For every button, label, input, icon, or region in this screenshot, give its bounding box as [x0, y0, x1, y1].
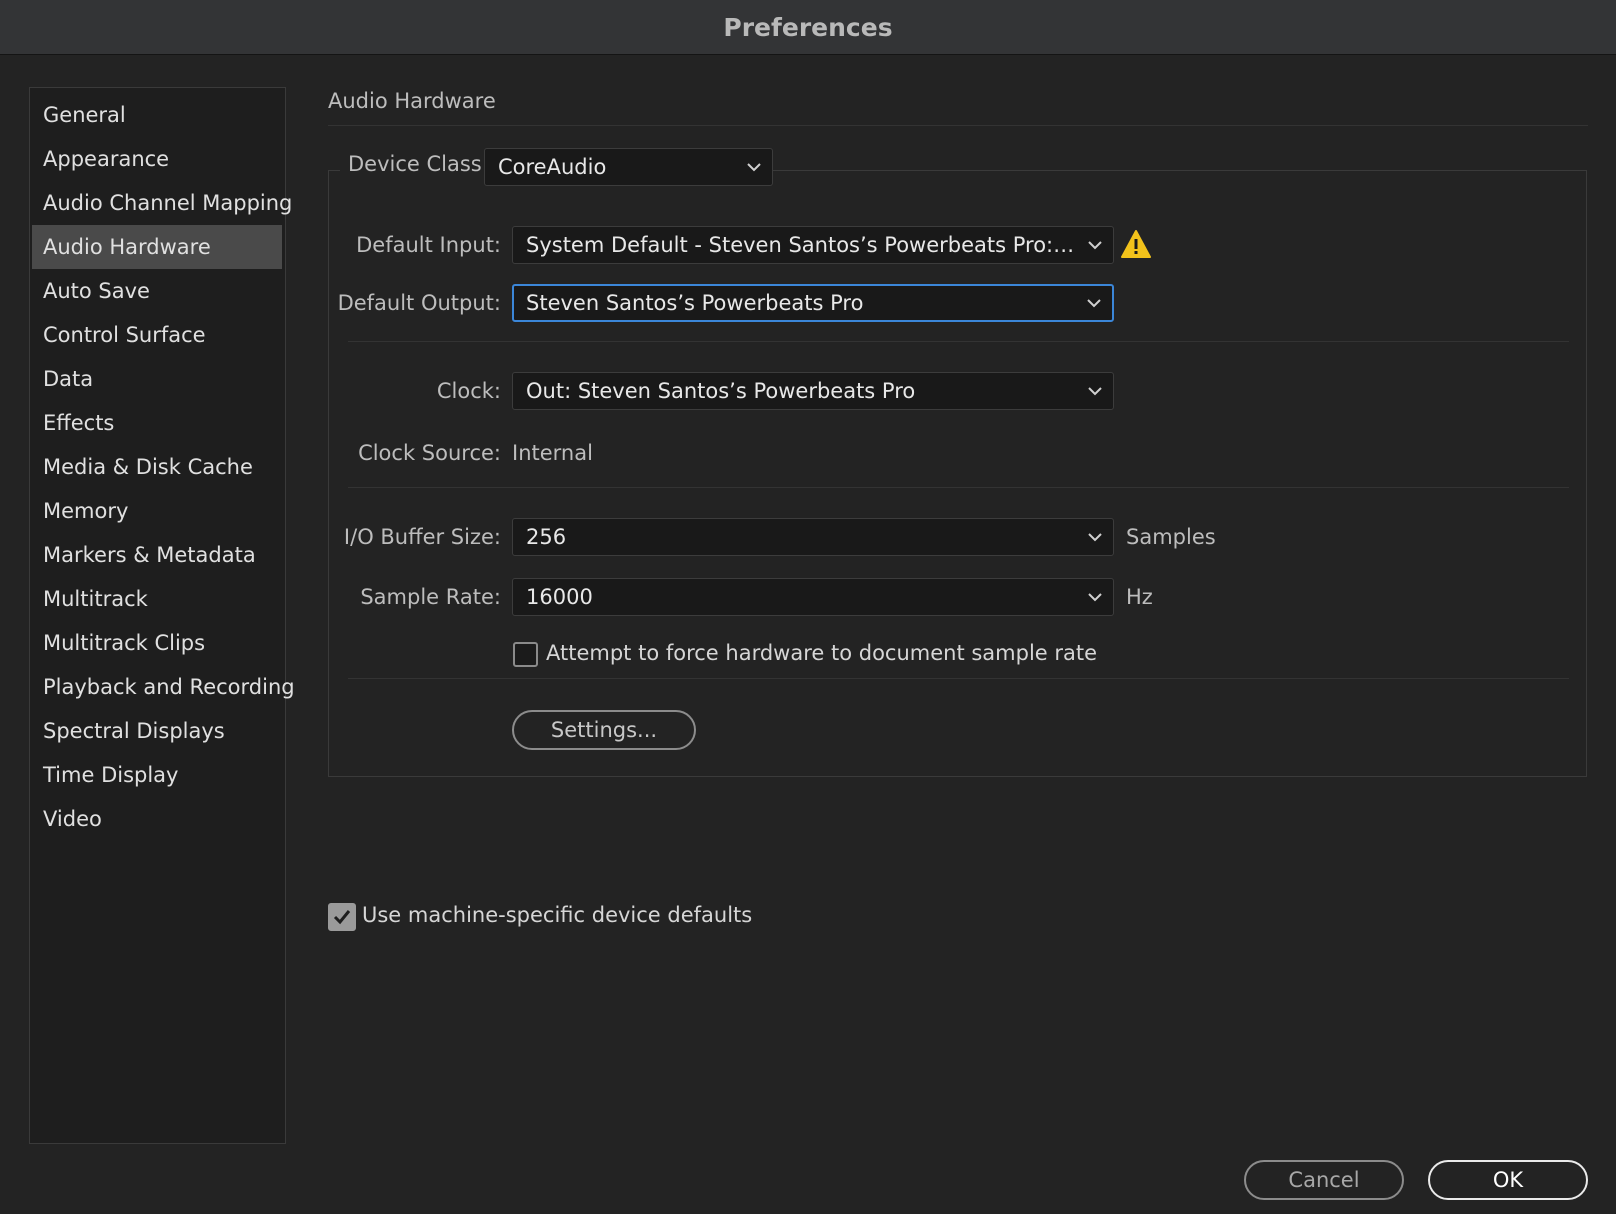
sidebar-item-memory[interactable]: Memory [32, 489, 282, 533]
sidebar-item-control-surface[interactable]: Control Surface [32, 313, 282, 357]
sidebar-item-data[interactable]: Data [32, 357, 282, 401]
sidebar-item-auto-save[interactable]: Auto Save [32, 269, 282, 313]
device-class-label: Device Class: [340, 152, 489, 176]
sample-rate-unit: Hz [1126, 585, 1153, 609]
warning-triangle-icon[interactable] [1120, 229, 1152, 263]
force-sample-rate-label: Attempt to force hardware to document sa… [546, 641, 1098, 665]
cancel-button[interactable]: Cancel [1244, 1160, 1404, 1200]
chevron-down-icon [736, 149, 772, 185]
io-buffer-unit: Samples [1126, 525, 1216, 549]
default-output-dropdown[interactable]: Steven Santos’s Powerbeats Pro [512, 284, 1114, 322]
sidebar-item-audio-channel-mapping[interactable]: Audio Channel Mapping [32, 181, 292, 225]
clock-value: Out: Steven Santos’s Powerbeats Pro [526, 379, 916, 403]
sidebar-item-multitrack-clips[interactable]: Multitrack Clips [32, 621, 282, 665]
section-divider [328, 125, 1588, 126]
sidebar-item-appearance[interactable]: Appearance [32, 137, 282, 181]
sample-rate-value: 16000 [526, 585, 593, 609]
sidebar-item-spectral-displays[interactable]: Spectral Displays [32, 709, 282, 753]
divider [348, 487, 1569, 488]
chevron-down-icon [1077, 579, 1113, 615]
device-class-dropdown[interactable]: CoreAudio [484, 148, 773, 186]
checkmark-icon [333, 910, 351, 925]
sidebar-item-media-disk-cache[interactable]: Media & Disk Cache [32, 445, 282, 489]
force-sample-rate-checkbox[interactable] [513, 642, 538, 667]
divider [348, 341, 1569, 342]
io-buffer-dropdown[interactable]: 256 [512, 518, 1114, 556]
sidebar-item-playback-recording[interactable]: Playback and Recording [32, 665, 295, 709]
sidebar-item-multitrack[interactable]: Multitrack [32, 577, 282, 621]
default-output-value: Steven Santos’s Powerbeats Pro [526, 291, 864, 315]
default-output-label: Default Output: [337, 291, 501, 315]
default-input-value: System Default - Steven Santos’s Powerbe… [526, 233, 1077, 257]
machine-defaults-label: Use machine-specific device defaults [362, 903, 753, 927]
chevron-down-icon [1077, 519, 1113, 555]
chevron-down-icon [1077, 373, 1113, 409]
io-buffer-value: 256 [526, 525, 567, 549]
clock-source-value: Internal [512, 441, 593, 465]
settings-button[interactable]: Settings... [512, 710, 696, 750]
sidebar-item-time-display[interactable]: Time Display [32, 753, 282, 797]
sidebar-item-effects[interactable]: Effects [32, 401, 282, 445]
window-title: Preferences [723, 12, 893, 42]
clock-dropdown[interactable]: Out: Steven Santos’s Powerbeats Pro [512, 372, 1114, 410]
sidebar-item-markers-metadata[interactable]: Markers & Metadata [32, 533, 282, 577]
device-class-value: CoreAudio [498, 155, 607, 179]
default-input-label: Default Input: [356, 233, 501, 257]
chevron-down-icon [1077, 227, 1113, 263]
preferences-sidebar: General Appearance Audio Channel Mapping… [29, 87, 295, 1144]
default-input-dropdown[interactable]: System Default - Steven Santos’s Powerbe… [512, 226, 1114, 264]
sample-rate-label: Sample Rate: [360, 585, 501, 609]
chevron-down-icon [1076, 286, 1112, 320]
machine-defaults-checkbox[interactable] [328, 903, 356, 931]
divider [348, 678, 1569, 679]
sidebar-item-audio-hardware[interactable]: Audio Hardware [32, 225, 282, 269]
section-title: Audio Hardware [328, 89, 496, 113]
clock-source-label: Clock Source: [358, 441, 501, 465]
ok-button[interactable]: OK [1428, 1160, 1588, 1200]
sample-rate-dropdown[interactable]: 16000 [512, 578, 1114, 616]
clock-label: Clock: [436, 379, 501, 403]
sidebar-item-video[interactable]: Video [32, 797, 282, 841]
title-bar: Preferences [0, 0, 1616, 55]
io-buffer-label: I/O Buffer Size: [343, 525, 501, 549]
sidebar-item-general[interactable]: General [32, 93, 282, 137]
